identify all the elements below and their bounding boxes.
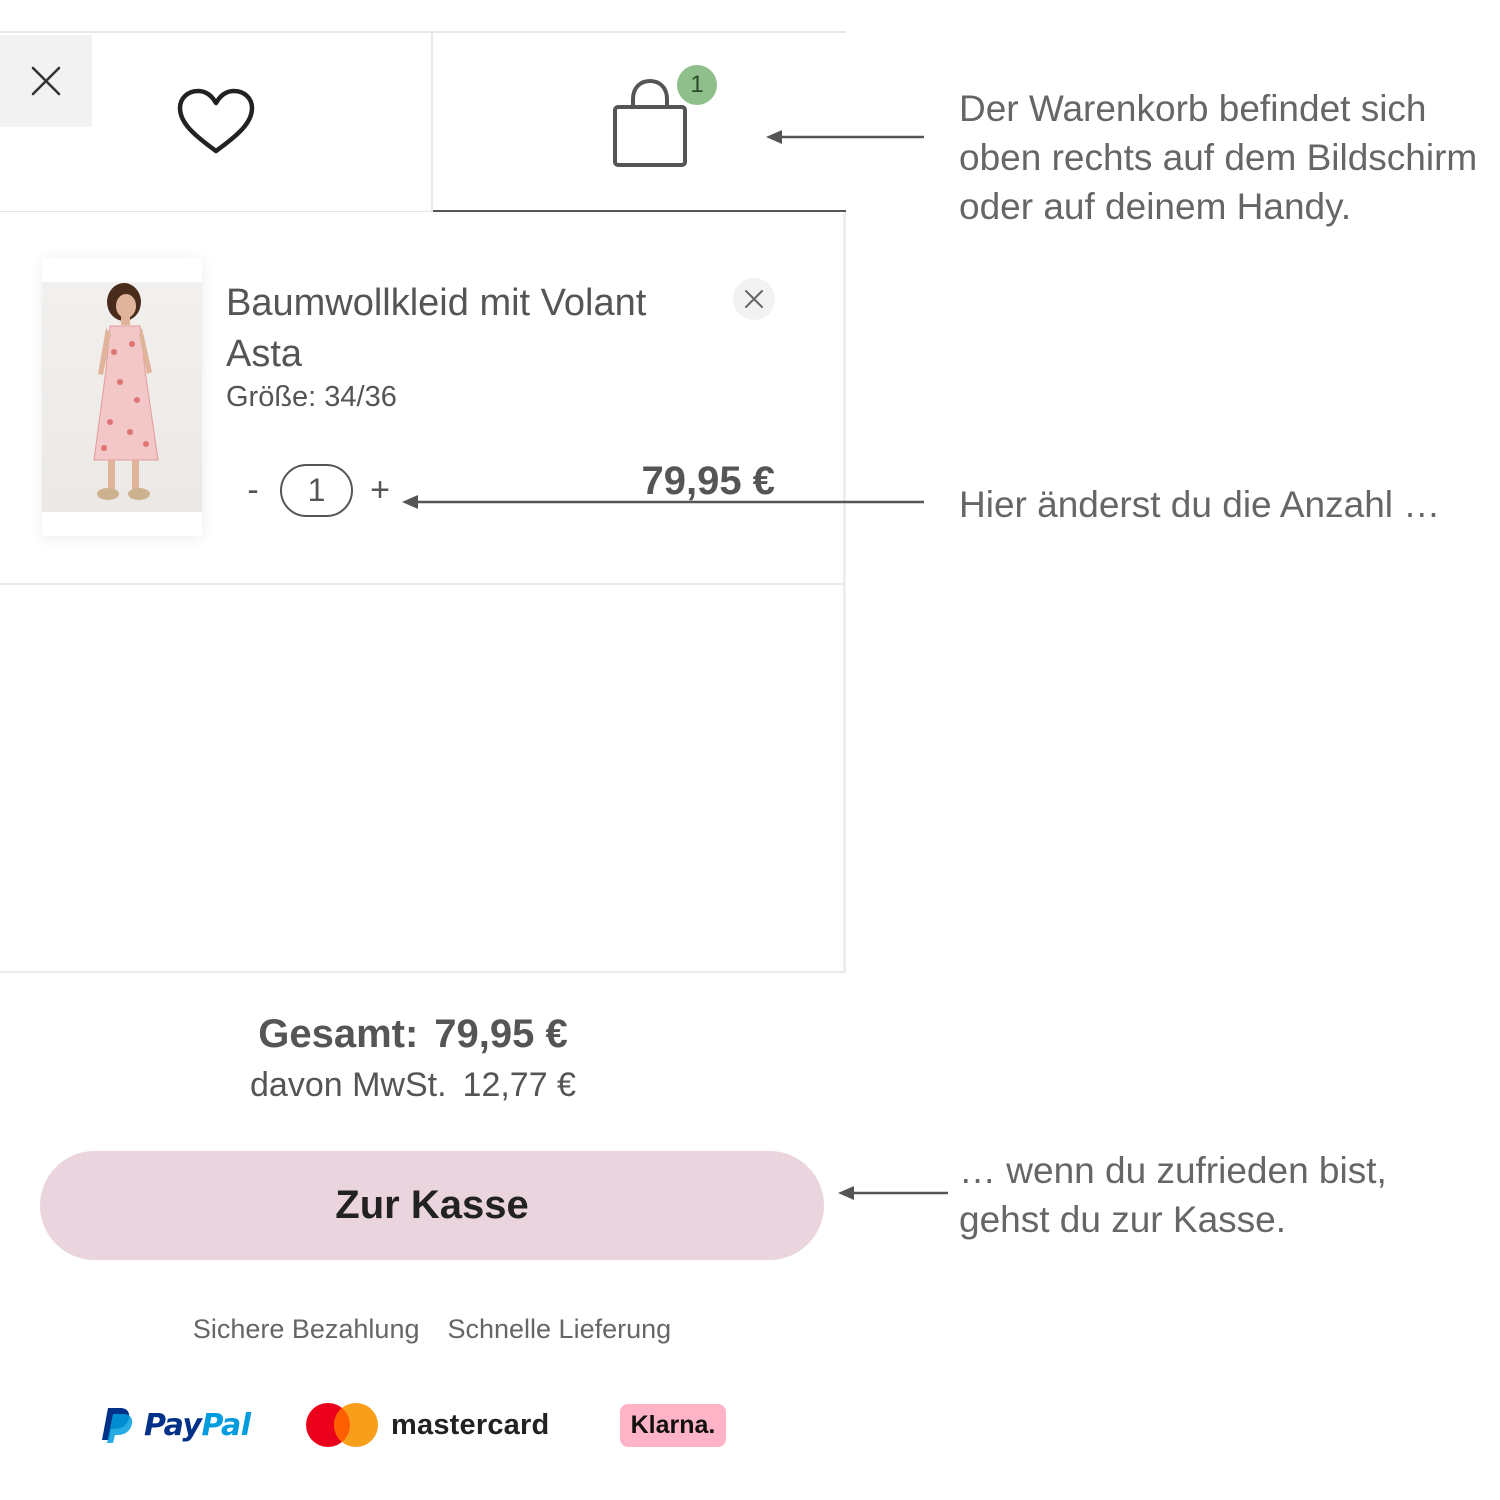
annotation-checkout: … wenn du zufrieden bist, gehst du zur K…: [959, 1150, 1387, 1240]
active-tab-indicator: [433, 210, 846, 212]
total-value: 79,95 €: [434, 1012, 568, 1056]
annotation-cart: Der Warenkorb befindet sich oben rechts …: [959, 88, 1478, 227]
cart-count-badge: 1: [677, 65, 717, 105]
arrow-quantity: [402, 495, 924, 509]
checkout-button[interactable]: Zur Kasse: [40, 1151, 824, 1260]
header-border: [0, 211, 433, 212]
item-divider: [0, 583, 843, 585]
mastercard-wordmark: mastercard: [391, 1408, 550, 1441]
dress-illustration: [93, 283, 159, 500]
dress-photo: [42, 282, 202, 512]
close-button[interactable]: [0, 35, 92, 127]
quantity-input[interactable]: 1: [280, 464, 353, 517]
cart-drawer: 1 Baumwollkleid mit Volant Asta Größe: 3…: [0, 0, 846, 1500]
arrow-checkout: [838, 1186, 948, 1200]
arrow-cart: [766, 130, 924, 144]
list-divider: [0, 971, 846, 973]
order-total: Gesamt: 79,95 €: [0, 1012, 846, 1057]
wishlist-button[interactable]: [92, 33, 431, 211]
quantity-increase-button[interactable]: +: [366, 468, 394, 512]
paypal-wordmark: PayPal: [144, 1407, 251, 1443]
product-size: Größe: 34/36: [226, 381, 397, 413]
annotation-quantity: Hier änderst du die Anzahl …: [959, 484, 1441, 525]
trust-badges: Sichere Bezahlung Schnelle Lieferung: [0, 1314, 864, 1345]
vat-info: davon MwSt. 12,77 €: [0, 1066, 846, 1105]
vat-value: 12,77 €: [462, 1066, 576, 1104]
heart-icon: [177, 88, 254, 154]
secure-payment-label: Sichere Bezahlung: [192, 1314, 420, 1344]
paypal-logo: PayPal: [100, 1404, 251, 1446]
vat-label: davon MwSt.: [250, 1066, 447, 1104]
total-label: Gesamt:: [258, 1012, 419, 1056]
cart-button[interactable]: 1: [433, 33, 846, 211]
close-icon: [745, 290, 763, 308]
mastercard-logo: mastercard: [305, 1402, 549, 1448]
klarna-logo: Klarna.: [620, 1404, 726, 1447]
cart-list-border: [843, 212, 846, 972]
paypal-icon: [102, 1408, 133, 1443]
product-name[interactable]: Baumwollkleid mit Volant Asta: [226, 278, 686, 380]
product-image[interactable]: [42, 258, 202, 536]
fast-delivery-label: Schnelle Lieferung: [447, 1314, 672, 1344]
close-icon: [31, 66, 61, 96]
mastercard-icon: [306, 1403, 378, 1447]
quantity-decrease-button[interactable]: -: [241, 468, 265, 512]
remove-item-button[interactable]: [733, 278, 775, 320]
